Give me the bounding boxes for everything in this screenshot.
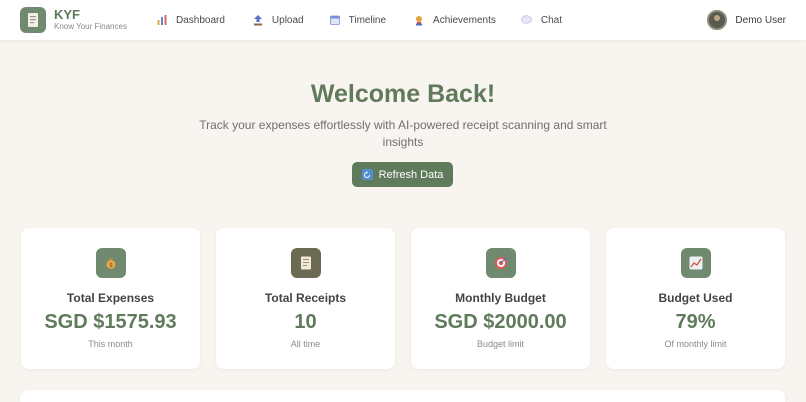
nav-links: Dashboard Upload Timeline Achievements C… [156, 0, 562, 40]
target-icon [485, 248, 516, 278]
refresh-data-label: Refresh Data [378, 168, 444, 181]
stat-value: 10 [294, 311, 317, 333]
stat-card-budget-used: Budget Used 79% Of monthly limit [606, 228, 785, 369]
stat-card-monthly-budget: Monthly Budget SGD $2000.00 Budget limit [411, 228, 590, 369]
brand[interactable]: KYF Know Your Finances [20, 7, 127, 33]
content-panel [20, 390, 785, 402]
receipt-logo-icon [20, 7, 46, 33]
stat-value: 79% [675, 311, 716, 333]
chat-bubble-icon [521, 14, 533, 26]
nav-label-achievements: Achievements [433, 14, 496, 26]
refresh-data-button[interactable]: Refresh Data [352, 162, 453, 187]
stat-sublabel: Budget limit [476, 339, 525, 349]
upload-icon [252, 14, 264, 26]
nav-item-dashboard[interactable]: Dashboard [156, 14, 225, 26]
calendar-icon [329, 14, 341, 26]
nav-item-timeline[interactable]: Timeline [329, 14, 386, 26]
money-bag-icon: $ [95, 248, 126, 278]
stat-sublabel: All time [290, 339, 321, 349]
stat-label: Monthly Budget [455, 291, 546, 305]
nav-item-chat[interactable]: Chat [521, 14, 562, 26]
brand-tagline: Know Your Finances [54, 22, 127, 31]
nav-item-achievements[interactable]: Achievements [413, 14, 496, 26]
refresh-icon [361, 169, 373, 180]
nav-label-chat: Chat [540, 14, 562, 26]
nav-label-dashboard: Dashboard [176, 14, 225, 26]
stat-label: Total Expenses [66, 291, 155, 305]
stat-sublabel: Of monthly limit [664, 339, 727, 349]
hero-subtitle: Track your expenses effortlessly with AI… [199, 118, 607, 149]
nav-label-timeline: Timeline [348, 14, 387, 26]
stat-card-total-expenses: $ Total Expenses SGD $1575.93 This month [21, 228, 200, 369]
user-name: Demo User [735, 14, 786, 26]
trend-chart-icon [680, 248, 711, 278]
stat-label: Budget Used [658, 291, 733, 305]
nav-item-upload[interactable]: Upload [252, 14, 304, 26]
bar-chart-icon [156, 14, 168, 26]
brand-name: KYF [54, 7, 80, 22]
user-menu[interactable]: Demo User [707, 0, 786, 40]
svg-text:$: $ [109, 262, 113, 269]
stat-label: Total Receipts [264, 291, 347, 305]
receipt-icon [290, 248, 321, 278]
nav-label-upload: Upload [271, 14, 304, 26]
stat-sublabel: This month [88, 339, 133, 349]
stat-value: SGD $2000.00 [434, 311, 567, 333]
navbar: KYF Know Your Finances Dashboard Upload … [0, 0, 806, 40]
stat-card-total-receipts: Total Receipts 10 All time [216, 228, 395, 369]
page-title: Welcome Back! [310, 80, 496, 108]
avatar [707, 10, 728, 30]
stat-value: SGD $1575.93 [44, 311, 177, 333]
trophy-icon [413, 14, 425, 26]
